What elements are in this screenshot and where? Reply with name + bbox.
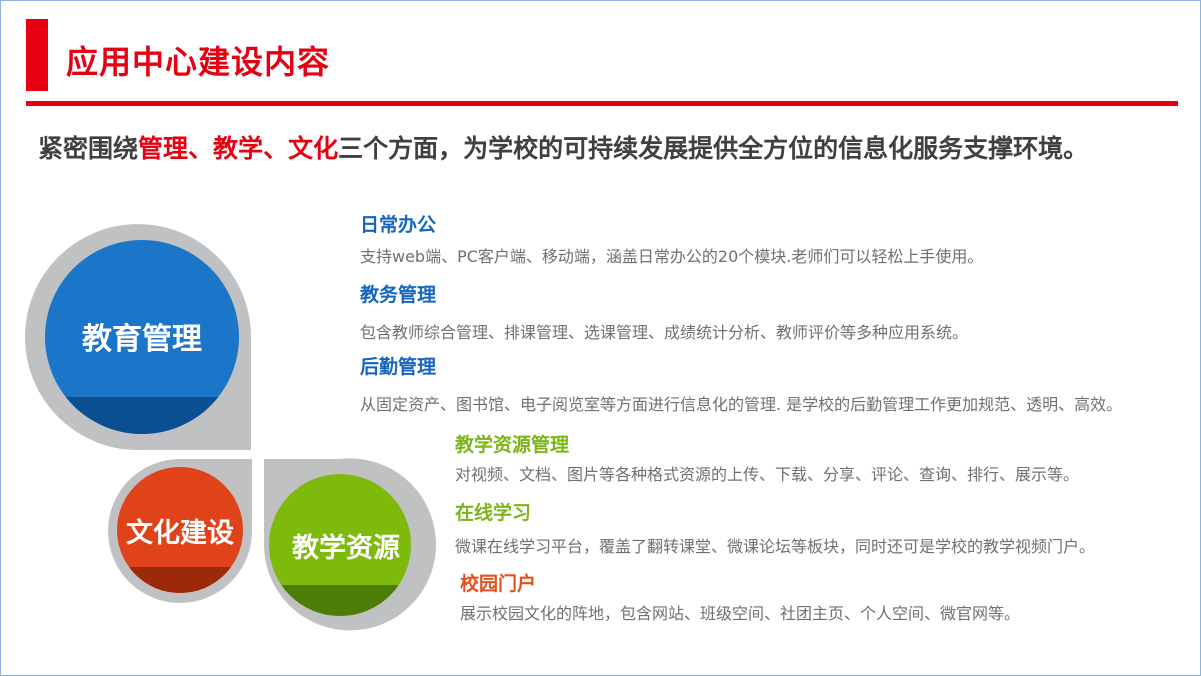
- item-title: 校园门户: [460, 573, 537, 595]
- item-title: 日常办公: [360, 214, 437, 236]
- page-title: 应用中心建设内容: [66, 43, 331, 81]
- lead-separator: 、: [188, 134, 214, 163]
- item-title: 后勤管理: [360, 356, 437, 378]
- item-campus-portal: 校园门户 展示校园文化的阵地，包含网站、班级空间、社团主页、个人空间、微官网等。: [460, 569, 1020, 624]
- item-description: 微课在线学习平台，覆盖了翻转课堂、微课论坛等板块，同时还可是学校的教学视频门户。: [455, 537, 1096, 556]
- lead-highlight-teaching: 教学: [213, 134, 264, 163]
- item-daily-office: 日常办公 支持web端、PC客户端、移动端，涵盖日常办公的20个模块.老师们可以…: [360, 210, 983, 267]
- item-teaching-resource-management: 教学资源管理 对视频、文档、图片等各种格式资源的上传、下载、分享、评论、查询、排…: [455, 430, 1079, 485]
- item-description: 展示校园文化的阵地，包含网站、班级空间、社团主页、个人空间、微官网等。: [460, 604, 1021, 623]
- item-academic-affairs: 教务管理 包含教师综合管理、排课管理、选课管理、成绩统计分析、教师评价等多种应用…: [360, 280, 968, 343]
- lead-pre: 紧密围绕: [38, 134, 139, 163]
- lead-highlight-culture: 文化: [288, 134, 339, 163]
- circle-teaching-resources: 教学资源: [264, 458, 436, 631]
- item-logistics: 后勤管理 从固定资产、图书馆、电子阅览室等方面进行信息化的管理. 是学校的后勤管…: [360, 352, 1122, 415]
- lead-separator: 、: [263, 134, 289, 163]
- circle-label: 教育管理: [82, 322, 202, 357]
- item-title: 在线学习: [455, 502, 532, 524]
- circle-culture-construction: 文化建设: [108, 459, 253, 603]
- circle-label: 文化建设: [126, 517, 234, 549]
- item-description: 对视频、文档、图片等各种格式资源的上传、下载、分享、评论、查询、排行、展示等。: [455, 465, 1080, 484]
- item-description: 支持web端、PC客户端、移动端，涵盖日常办公的20个模块.老师们可以轻松上手使…: [360, 247, 984, 266]
- item-online-learning: 在线学习 微课在线学习平台，覆盖了翻转课堂、微课论坛等板块，同时还可是学校的教学…: [455, 498, 1095, 557]
- item-title: 教学资源管理: [455, 434, 570, 456]
- circle-label: 教学资源: [292, 532, 400, 564]
- title-underline: [26, 101, 1178, 106]
- title-accent-bar: [26, 19, 48, 91]
- circle-education-management: 教育管理: [25, 224, 251, 451]
- item-description: 包含教师综合管理、排课管理、选课管理、成绩统计分析、教师评价等多种应用系统。: [360, 323, 969, 342]
- item-description: 从固定资产、图书馆、电子阅览室等方面进行信息化的管理. 是学校的后勤管理工作更加…: [360, 395, 1123, 414]
- item-title: 教务管理: [360, 284, 437, 306]
- lead-post: 三个方面，为学校的可持续发展提供全方位的信息化服务支撑环境。: [338, 134, 1089, 163]
- lead-sentence: 紧密围绕管理、教学、文化三个方面，为学校的可持续发展提供全方位的信息化服务支撑环…: [38, 129, 1088, 165]
- lead-highlight-management: 管理: [138, 134, 189, 163]
